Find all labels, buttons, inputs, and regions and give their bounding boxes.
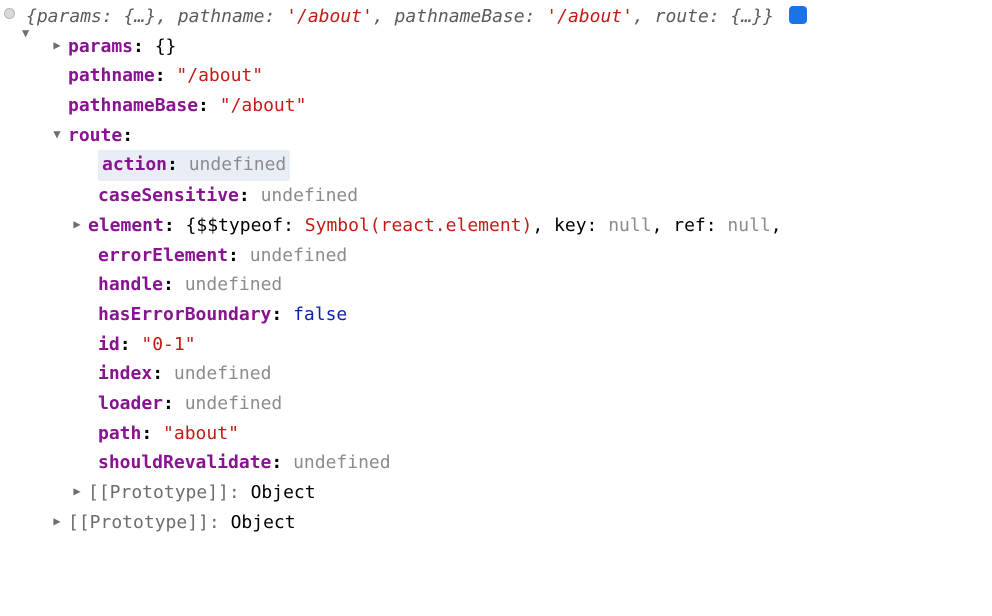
val-element-null1: null	[608, 215, 651, 236]
key-loader: loader	[98, 393, 163, 414]
row-haserrorboundary[interactable]: hasErrorBoundary: false	[2, 300, 992, 330]
val-prototype2: Object	[231, 512, 296, 533]
row-errorelement[interactable]: errorElement: undefined	[2, 241, 992, 271]
row-params[interactable]: ▶params: {}	[2, 32, 992, 62]
row-route[interactable]: ▼route:	[2, 121, 992, 151]
expand-arrow-element[interactable]: ▶	[70, 215, 84, 235]
row-pathname[interactable]: ▶pathname: "/about"	[2, 61, 992, 91]
row-pathnamebase[interactable]: ▶pathnameBase: "/about"	[2, 91, 992, 121]
key-index: index	[98, 363, 152, 384]
val-element-end: ,	[771, 215, 782, 236]
row-action[interactable]: action: undefined	[2, 150, 992, 181]
row-prototype-inner[interactable]: ▶[[Prototype]]: Object	[2, 478, 992, 508]
summary-close-brace: }	[763, 6, 774, 27]
row-shouldrevalidate[interactable]: shouldRevalidate: undefined	[2, 448, 992, 478]
expand-arrow-proto2[interactable]: ▶	[50, 512, 64, 532]
summary-key-pathnamebase: pathnameBase	[395, 6, 525, 27]
info-icon[interactable]: i	[789, 6, 807, 24]
key-shouldrevalidate: shouldRevalidate	[98, 452, 271, 473]
key-handle: handle	[98, 274, 163, 295]
key-errorelement: errorElement	[98, 245, 228, 266]
expand-arrow-route[interactable]: ▼	[50, 125, 64, 145]
val-params: {}	[155, 36, 177, 57]
expand-arrow[interactable]: ▶	[50, 36, 64, 56]
val-element-null2: null	[727, 215, 770, 236]
row-prototype-outer[interactable]: ▶[[Prototype]]: Object	[2, 508, 992, 538]
val-element-mid2: , ref:	[652, 215, 728, 236]
val-action: undefined	[189, 154, 287, 175]
expand-arrow-main[interactable]: ▼	[22, 24, 29, 44]
val-id: "0-1"	[141, 334, 195, 355]
row-casesensitive[interactable]: caseSensitive: undefined	[2, 181, 992, 211]
key-prototype1: [[Prototype]]	[88, 482, 229, 503]
object-summary[interactable]: {params: {…}, pathname: '/about', pathna…	[2, 2, 962, 32]
row-index[interactable]: index: undefined	[2, 359, 992, 389]
key-haserrorboundary: hasErrorBoundary	[98, 304, 271, 325]
val-element-sym: Symbol(react.element)	[305, 215, 533, 236]
summary-val-pathname: '/about'	[286, 6, 373, 27]
val-index: undefined	[174, 363, 272, 384]
key-pathname: pathname	[68, 65, 155, 86]
val-element-mid1: , key:	[532, 215, 608, 236]
key-casesensitive: caseSensitive	[98, 185, 239, 206]
log-level-dot	[4, 8, 15, 19]
summary-key-route: route	[655, 6, 709, 27]
key-route: route	[68, 125, 122, 146]
val-element-pre: {$$typeof:	[186, 215, 305, 236]
val-haserrorboundary: false	[293, 304, 347, 325]
key-element: element	[88, 215, 164, 236]
key-params: params	[68, 36, 133, 57]
row-element[interactable]: ▶element: {$$typeof: Symbol(react.elemen…	[2, 211, 992, 241]
val-handle: undefined	[185, 274, 283, 295]
val-pathnamebase: "/about"	[220, 95, 307, 116]
key-pathnamebase: pathnameBase	[68, 95, 198, 116]
summary-val-pathnamebase: '/about'	[546, 6, 633, 27]
key-action: action	[102, 154, 167, 175]
key-path: path	[98, 423, 141, 444]
summary-val-route: {…}	[731, 6, 764, 27]
summary-key-pathname: pathname	[178, 6, 265, 27]
row-loader[interactable]: loader: undefined	[2, 389, 992, 419]
summary-key-params: params	[37, 6, 102, 27]
row-id[interactable]: id: "0-1"	[2, 330, 992, 360]
row-path[interactable]: path: "about"	[2, 419, 992, 449]
val-errorelement: undefined	[250, 245, 348, 266]
val-shouldrevalidate: undefined	[293, 452, 391, 473]
val-casesensitive: undefined	[261, 185, 359, 206]
val-prototype1: Object	[251, 482, 316, 503]
expand-arrow-proto1[interactable]: ▶	[70, 482, 84, 502]
key-prototype2: [[Prototype]]	[68, 512, 209, 533]
val-path: "about"	[163, 423, 239, 444]
val-pathname: "/about"	[176, 65, 263, 86]
row-handle[interactable]: handle: undefined	[2, 270, 992, 300]
key-id: id	[98, 334, 120, 355]
summary-val-params: {…}	[124, 6, 157, 27]
val-loader: undefined	[185, 393, 283, 414]
